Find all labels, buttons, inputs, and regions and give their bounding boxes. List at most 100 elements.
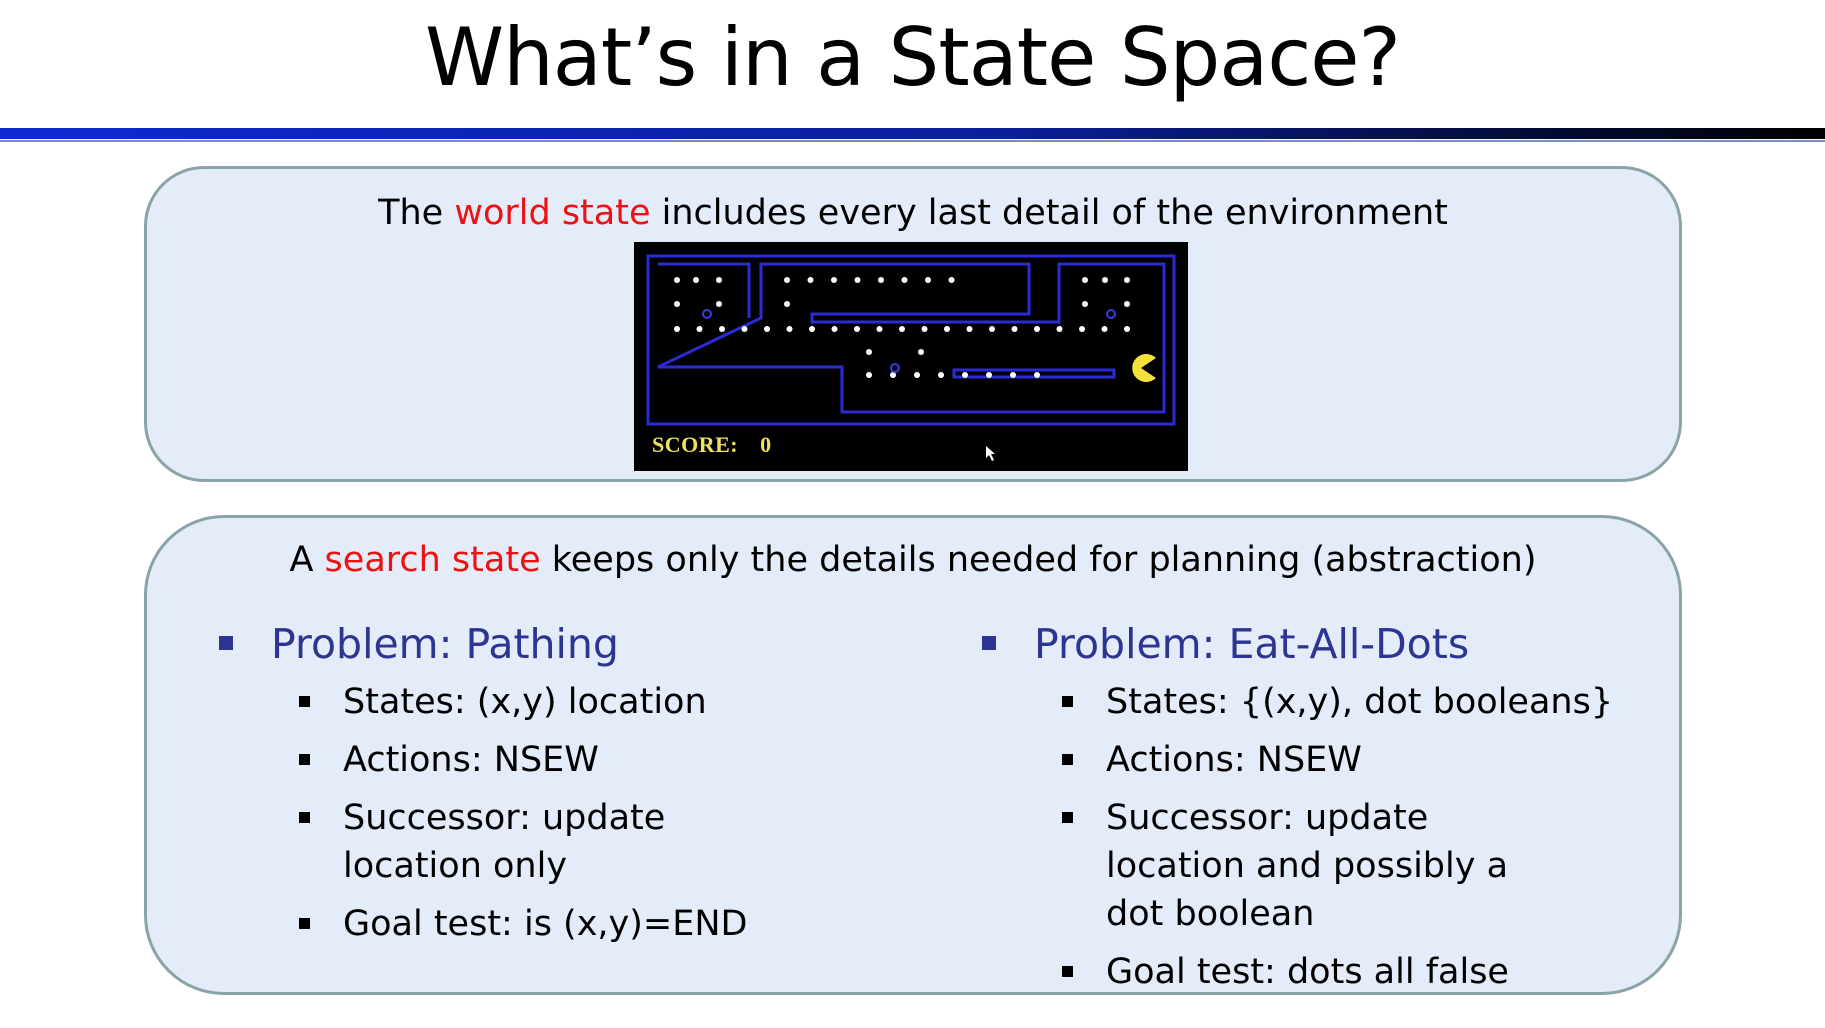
pellet (899, 326, 905, 332)
pellet (1102, 277, 1108, 283)
search-state-highlight: search state (324, 540, 541, 580)
pellet (674, 301, 680, 307)
pellet (716, 301, 722, 307)
pellet (674, 326, 680, 332)
pellet (1034, 372, 1040, 378)
list-item: States: (x,y) location (299, 678, 919, 726)
search-state-caption: A search state keeps only the details ne… (147, 538, 1679, 582)
pellet (741, 326, 748, 332)
pellet (966, 326, 973, 332)
pellet (696, 326, 703, 332)
pellet (989, 326, 995, 332)
pellet (1124, 326, 1130, 332)
pacman-game-screenshot: SCORE: 0 (634, 242, 1188, 471)
pellet (925, 277, 931, 283)
title-rule-underline (0, 140, 1825, 142)
pellet (674, 277, 680, 283)
problem-heading-text: Problem: Pathing (271, 620, 619, 668)
pellet (1011, 326, 1018, 332)
pellet (876, 326, 883, 332)
pellet (948, 277, 955, 283)
pellet (784, 301, 790, 307)
square-bullet-icon (299, 754, 310, 765)
pellet (1079, 326, 1085, 332)
list-item: Actions: NSEW (299, 736, 919, 784)
pellet (716, 277, 722, 283)
pellet (914, 372, 920, 378)
square-bullet-icon (1062, 966, 1073, 977)
maze-walls (646, 254, 1176, 426)
pellet (784, 277, 790, 283)
list-item: Goal test: is (x,y)=END (299, 900, 919, 948)
pellet (938, 372, 944, 378)
score-display: SCORE: 0 (652, 432, 772, 458)
pellet (1056, 326, 1063, 332)
list-item: Successor: update location and possibly … (1062, 794, 1546, 938)
pellet (1082, 277, 1088, 283)
list-item-text: Actions: NSEW (1106, 740, 1362, 780)
caption-post: keeps only the details needed for planni… (540, 540, 1537, 580)
list-item-text: Successor: update location and possibly … (1106, 798, 1509, 934)
pellet (854, 277, 861, 283)
power-pellets (702, 309, 1116, 373)
pellet (962, 372, 968, 378)
pellet (786, 326, 793, 332)
pellet (693, 277, 699, 283)
pellet (866, 372, 872, 378)
list-item: Actions: NSEW (1062, 736, 1642, 784)
caption-pre: The (378, 193, 455, 233)
pellet (719, 326, 725, 332)
list-item-text: States: (x,y) location (343, 682, 707, 722)
list-item: States: {(x,y), dot booleans} (1062, 678, 1642, 726)
problem-details-list: States: (x,y) location Actions: NSEW Suc… (219, 678, 919, 948)
pacman-icon (1132, 354, 1156, 382)
world-state-box: The world state includes every last deta… (144, 166, 1682, 482)
problem-eat-all-dots-column: Problem: Eat-All-Dots States: {(x,y), do… (982, 618, 1642, 1006)
square-bullet-icon (299, 696, 310, 707)
pellet (866, 349, 872, 355)
pellet (901, 277, 908, 283)
pellet (1101, 326, 1108, 332)
pellet (809, 326, 815, 332)
pellet (986, 372, 992, 378)
problem-heading: Problem: Eat-All-Dots (982, 618, 1642, 670)
pellet (1124, 301, 1130, 307)
pellets (674, 277, 1130, 378)
square-bullet-icon (982, 636, 996, 650)
pellet (807, 277, 814, 283)
slide-title: What’s in a State Space? (425, 11, 1401, 104)
list-item: Goal test: dots all false (1062, 948, 1642, 996)
pellet (921, 326, 928, 332)
pellet (918, 349, 924, 355)
pellet (831, 277, 837, 283)
square-bullet-icon (219, 636, 233, 650)
square-bullet-icon (1062, 812, 1073, 823)
problem-heading-text: Problem: Eat-All-Dots (1034, 620, 1470, 668)
pellet (831, 326, 838, 332)
caption-pre: A (289, 540, 325, 580)
pellet (1124, 277, 1130, 283)
list-item-text: States: {(x,y), dot booleans} (1106, 682, 1614, 722)
caption-post: includes every last detail of the enviro… (650, 193, 1448, 233)
score-value: 0 (760, 432, 772, 457)
pellet (1010, 372, 1016, 378)
pellet (944, 326, 950, 332)
list-item: Successor: update location only (299, 794, 773, 890)
pellet (764, 326, 770, 332)
title-rule (0, 128, 1825, 139)
list-item-text: Goal test: is (x,y)=END (343, 904, 748, 944)
search-state-box: A search state keeps only the details ne… (144, 515, 1682, 995)
list-item-text: Goal test: dots all false (1106, 952, 1509, 992)
pellet (878, 277, 884, 283)
mouse-cursor-icon (986, 446, 995, 461)
score-label: SCORE: (652, 432, 739, 457)
list-item-text: Successor: update location only (343, 798, 666, 886)
square-bullet-icon (1062, 754, 1073, 765)
pellet (1082, 301, 1088, 307)
square-bullet-icon (299, 918, 310, 929)
problem-pathing-column: Problem: Pathing States: (x,y) location … (219, 618, 919, 958)
problem-heading: Problem: Pathing (219, 618, 919, 670)
pellet (854, 326, 860, 332)
square-bullet-icon (1062, 696, 1073, 707)
world-state-highlight: world state (454, 193, 651, 233)
